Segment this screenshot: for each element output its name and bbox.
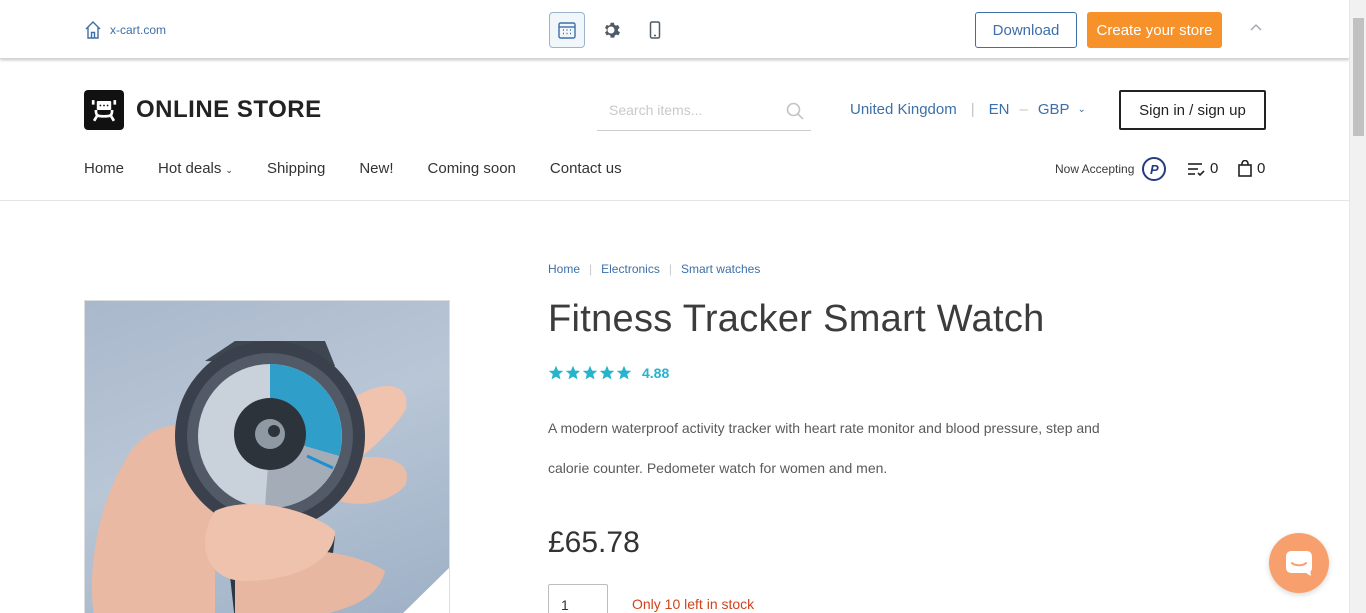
star-icon	[565, 365, 581, 380]
device-tools	[549, 12, 673, 48]
nav-item-hot-deals[interactable]: Hot deals ⌄	[158, 160, 233, 177]
gear-icon	[605, 22, 620, 38]
stock-status: Only 10 left in stock	[632, 596, 755, 612]
star-icon	[582, 365, 598, 380]
header-divider	[0, 200, 1349, 201]
main-navigation: Home Hot deals ⌄ Shipping New! Coming soo…	[84, 160, 622, 177]
locale-selector: United Kingdom | EN – GBP ⌄	[850, 101, 1086, 118]
currency-selector[interactable]: GBP	[1038, 101, 1070, 118]
xcart-home-link[interactable]: x-cart.com	[84, 20, 166, 40]
star-icon	[616, 365, 632, 380]
language-selector[interactable]: EN	[989, 101, 1010, 118]
product-title: Fitness Tracker Smart Watch	[548, 298, 1045, 340]
product-description: A modern waterproof activity tracker wit…	[548, 420, 1100, 476]
cart-count: 0	[1257, 160, 1266, 177]
product-rating[interactable]: 4.88	[548, 365, 669, 381]
locale-dash: –	[1019, 101, 1028, 118]
watch-photo	[91, 341, 449, 613]
breadcrumb-electronics[interactable]: Electronics	[601, 262, 660, 276]
calendar-icon	[558, 22, 576, 39]
nav-item-hot-deals-label: Hot deals	[158, 160, 222, 177]
settings-tool-button[interactable]	[593, 12, 629, 48]
logo-text: ONLINE STORE	[136, 96, 322, 123]
search-icon[interactable]	[785, 101, 805, 121]
calendar-tool-button[interactable]	[549, 12, 585, 48]
product-image[interactable]	[84, 300, 450, 613]
compare-list-button[interactable]: 0	[1187, 160, 1218, 177]
compare-count: 0	[1210, 160, 1219, 177]
search-input[interactable]	[597, 92, 767, 128]
chevron-up-icon[interactable]	[1248, 20, 1264, 36]
create-store-button[interactable]: Create your store	[1087, 12, 1222, 48]
xcart-home-label: x-cart.com	[110, 23, 167, 37]
breadcrumb: Home | Electronics | Smart watches	[548, 262, 760, 276]
nav-item-shipping[interactable]: Shipping	[267, 160, 325, 177]
nav-item-new[interactable]: New!	[359, 160, 393, 177]
chevron-down-icon[interactable]: ⌄	[1078, 104, 1086, 115]
star-icon	[599, 365, 615, 380]
chat-icon	[1286, 551, 1312, 576]
mobile-icon	[649, 21, 661, 39]
country-selector[interactable]: United Kingdom	[850, 101, 957, 118]
search-box	[597, 92, 811, 131]
paypal-text: Now Accepting	[1055, 162, 1135, 176]
rating-stars	[548, 365, 632, 381]
paypal-accepting: Now Accepting P	[1055, 157, 1167, 181]
rating-value: 4.88	[642, 365, 670, 381]
paypal-icon: P	[1142, 157, 1167, 181]
logo-icon	[84, 90, 124, 130]
breadcrumb-home[interactable]: Home	[548, 262, 580, 276]
quantity-input[interactable]: 1	[548, 584, 608, 613]
download-button[interactable]: Download	[975, 12, 1077, 48]
store-logo[interactable]: ONLINE STORE	[84, 90, 322, 130]
vertical-scrollbar[interactable]	[1349, 0, 1366, 613]
nav-item-home[interactable]: Home	[84, 160, 124, 177]
demo-toolbar: x-cart.com Download Create your store	[0, 0, 1349, 59]
breadcrumb-separator: |	[668, 262, 672, 276]
home-icon	[85, 21, 101, 39]
chevron-down-icon: ⌄	[225, 165, 233, 175]
breadcrumb-smart-watches[interactable]: Smart watches	[681, 262, 760, 276]
nav-item-contact-us[interactable]: Contact us	[550, 160, 622, 177]
breadcrumb-separator: |	[589, 262, 593, 276]
product-price: £65.78	[548, 526, 640, 559]
scrollbar-thumb[interactable]	[1353, 18, 1364, 136]
chat-button[interactable]	[1269, 533, 1329, 593]
mobile-tool-button[interactable]	[637, 12, 673, 48]
shopping-bag-icon	[1238, 160, 1252, 177]
star-icon	[548, 365, 564, 380]
locale-divider: |	[970, 101, 975, 118]
nav-item-coming-soon[interactable]: Coming soon	[428, 160, 516, 177]
signin-button[interactable]: Sign in / sign up	[1119, 90, 1266, 130]
compare-list-icon	[1188, 162, 1205, 176]
cart-button[interactable]: 0	[1238, 160, 1265, 177]
